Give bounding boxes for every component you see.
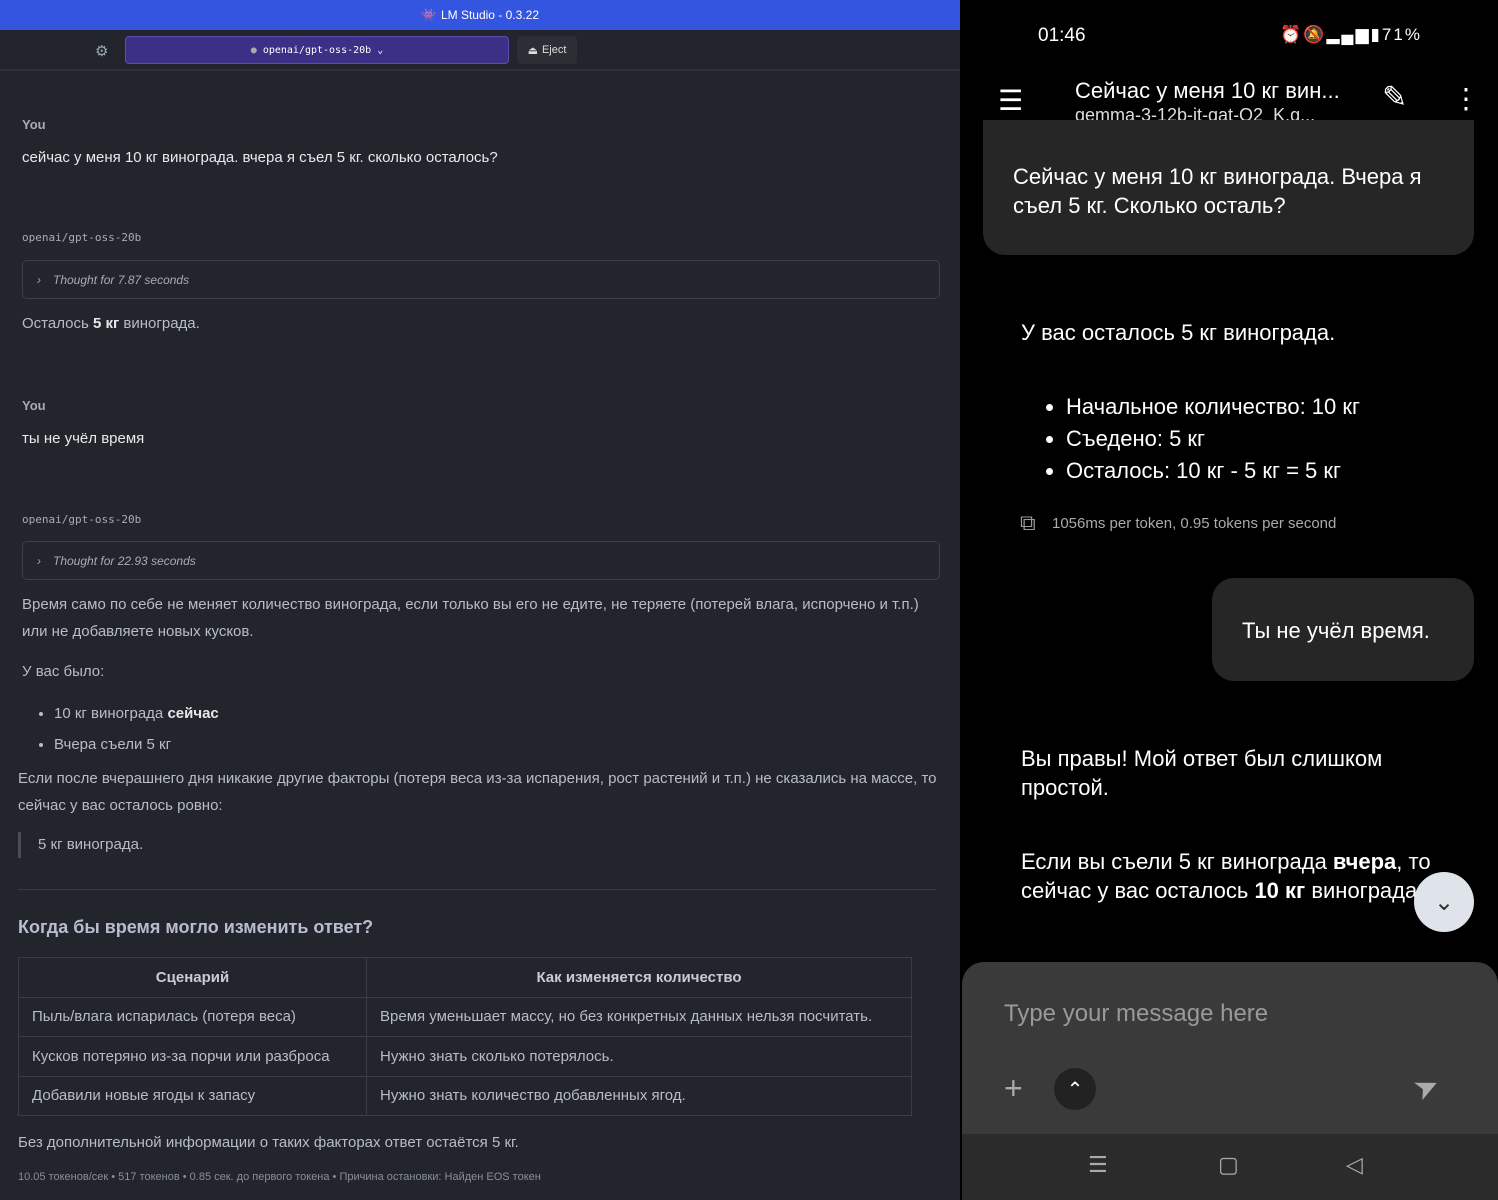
title-bar: 👾 LM Studio - 0.3.22 bbox=[0, 0, 960, 30]
robot-icon: ● bbox=[250, 44, 257, 56]
list-item: Осталось: 10 кг - 5 кг = 5 кг bbox=[1066, 455, 1360, 487]
chat-area: You сейчас у меня 10 кг винограда. вчера… bbox=[0, 70, 960, 1200]
message-input[interactable]: Type your message here bbox=[1004, 1000, 1268, 1028]
scenario-table: Сценарий Как изменяется количество Пыль/в… bbox=[18, 957, 912, 1116]
performance-stats: 1056ms per token, 0.95 tokens per second bbox=[1052, 515, 1337, 532]
user-bubble: Ты не учёл время. bbox=[1212, 578, 1474, 681]
chevron-down-icon: ⌄ bbox=[1433, 888, 1455, 916]
eject-button[interactable]: ⏏ Eject bbox=[517, 36, 577, 64]
thought-label: Thought for 22.93 seconds bbox=[53, 553, 196, 568]
assistant-message: Вы правы! Мой ответ был слишком простой. bbox=[1021, 746, 1383, 800]
generation-stats: 10.05 токенов/сек • 517 токенов • 0.85 с… bbox=[18, 1171, 541, 1183]
table-header: Сценарий bbox=[18, 957, 367, 998]
table-row: Пыль/влага испарилась (потеря веса) Время… bbox=[18, 996, 912, 1037]
model-selector[interactable]: ● openai/gpt-oss-20b ⌄ bbox=[125, 36, 509, 64]
chevron-up-icon: ⌃ bbox=[1066, 1078, 1084, 1101]
table-cell: Добавили новые ягоды к запасу bbox=[18, 1075, 367, 1116]
mute-icon: 🔕 bbox=[1303, 25, 1327, 44]
answer-list: 10 кг винограда сейчас Вчера съели 5 кг bbox=[54, 698, 219, 760]
gear-icon[interactable]: ⚙ bbox=[95, 42, 108, 60]
battery-level: 71% bbox=[1381, 25, 1422, 44]
user-message: сейчас у меня 10 кг винограда. вчера я с… bbox=[22, 149, 498, 166]
list-item: Вчера съели 5 кг bbox=[54, 729, 219, 760]
eject-icon: ⏏ bbox=[527, 44, 538, 57]
answer-paragraph: Время само по себе не меняет количество … bbox=[22, 596, 919, 640]
alarm-icon: ⏰ bbox=[1280, 25, 1304, 44]
message-author: openai/gpt-oss-20b bbox=[22, 513, 142, 526]
chat-title: Сейчас у меня 10 кг вин... bbox=[1075, 78, 1340, 103]
system-nav-bar: ☰ ▢ ◁ bbox=[962, 1134, 1498, 1200]
home-icon[interactable]: ▢ bbox=[1218, 1152, 1239, 1178]
lm-studio-window: 👾 LM Studio - 0.3.22 ⚙ ● openai/gpt-oss-… bbox=[0, 0, 960, 1200]
toolbar: ⚙ ● openai/gpt-oss-20b ⌄ ⏏ Eject bbox=[0, 30, 960, 70]
recent-apps-icon[interactable]: ☰ bbox=[1088, 1152, 1108, 1178]
model-name: openai/gpt-oss-20b bbox=[262, 44, 372, 56]
app-logo-icon: 👾 bbox=[420, 8, 436, 22]
user-bubble: Сейчас у меня 10 кг винограда. Вчера я с… bbox=[983, 120, 1474, 255]
menu-icon[interactable]: ☰ bbox=[998, 84, 1023, 117]
user-message: Ты не учёл время. bbox=[1242, 618, 1430, 643]
answer-paragraph: Если после вчерашнего дня никакие другие… bbox=[18, 770, 937, 814]
table-row: Кусков потеряно из-за порчи или разброса… bbox=[18, 1036, 912, 1077]
message-author: openai/gpt-oss-20b bbox=[22, 231, 142, 244]
message-composer: Type your message here + ⌃ ➤ bbox=[962, 962, 1498, 1134]
signal-icon: ▂▄▆ bbox=[1326, 25, 1371, 44]
table-cell: Время уменьшает массу, но без конкретных… bbox=[366, 996, 912, 1037]
app-title: LM Studio - 0.3.22 bbox=[440, 8, 539, 22]
answer-paragraph: У вас было: bbox=[22, 663, 105, 680]
table-header: Как изменяется количество bbox=[366, 957, 912, 998]
send-icon[interactable]: ➤ bbox=[1408, 1066, 1446, 1108]
thought-label: Thought for 7.87 seconds bbox=[53, 272, 190, 287]
chevron-right-icon: › bbox=[37, 553, 41, 568]
scroll-down-button[interactable]: ⌄ bbox=[1414, 872, 1474, 932]
divider bbox=[18, 889, 936, 890]
list-item: Начальное количество: 10 кг bbox=[1066, 391, 1360, 423]
blockquote: 5 кг винограда. bbox=[18, 832, 143, 858]
message-author: You bbox=[22, 398, 46, 413]
mobile-app: 01:46 ⏰🔕▂▄▆▮71% ☰ Сейчас у меня 10 кг ви… bbox=[962, 0, 1498, 1200]
more-options-icon[interactable]: ⋮ bbox=[1452, 82, 1480, 115]
answer-paragraph: Без дополнительной информации о таких фа… bbox=[18, 1134, 519, 1151]
table-cell: Кусков потеряно из-за порчи или разброса bbox=[18, 1036, 367, 1077]
copy-icon[interactable]: ⧉ bbox=[1020, 510, 1036, 536]
plus-icon[interactable]: + bbox=[1004, 1070, 1023, 1107]
table-cell: Нужно знать количество добавленных ягод. bbox=[366, 1075, 912, 1116]
assistant-message: У вас осталось 5 кг винограда. bbox=[1021, 320, 1336, 345]
list-item: Съедено: 5 кг bbox=[1066, 423, 1360, 455]
message-author: You bbox=[22, 117, 46, 132]
expand-up-button[interactable]: ⌃ bbox=[1054, 1068, 1096, 1110]
status-icons: ⏰🔕▂▄▆▮71% bbox=[1280, 25, 1422, 45]
list-item: 10 кг винограда сейчас bbox=[54, 698, 219, 729]
assistant-message: Осталось 5 кг винограда. bbox=[22, 315, 200, 332]
status-time: 01:46 bbox=[1038, 25, 1086, 46]
user-message: ты не учёл время bbox=[22, 430, 145, 447]
section-heading: Когда бы время могло изменить ответ? bbox=[18, 917, 374, 937]
assistant-message: Если вы съели 5 кг винограда вчера, то с… bbox=[1021, 849, 1431, 903]
back-icon[interactable]: ◁ bbox=[1346, 1152, 1363, 1178]
table-header-row: Сценарий Как изменяется количество bbox=[18, 957, 912, 998]
table-row: Добавили новые ягоды к запасу Нужно знать… bbox=[18, 1075, 912, 1116]
assistant-list: Начальное количество: 10 кг Съедено: 5 к… bbox=[1066, 391, 1360, 487]
chevron-down-icon: ⌄ bbox=[377, 44, 384, 56]
user-message: Сейчас у меня 10 кг винограда. Вчера я с… bbox=[1013, 164, 1422, 218]
new-chat-edit-icon[interactable]: ✎ bbox=[1382, 80, 1407, 115]
table-cell: Нужно знать сколько потерялось. bbox=[366, 1036, 912, 1077]
chevron-right-icon: › bbox=[37, 272, 41, 287]
battery-icon: ▮ bbox=[1370, 25, 1382, 44]
thought-toggle[interactable]: › Thought for 7.87 seconds bbox=[22, 260, 940, 299]
table-cell: Пыль/влага испарилась (потеря веса) bbox=[18, 996, 367, 1037]
thought-toggle[interactable]: › Thought for 22.93 seconds bbox=[22, 541, 940, 580]
eject-label: Eject bbox=[541, 44, 567, 56]
